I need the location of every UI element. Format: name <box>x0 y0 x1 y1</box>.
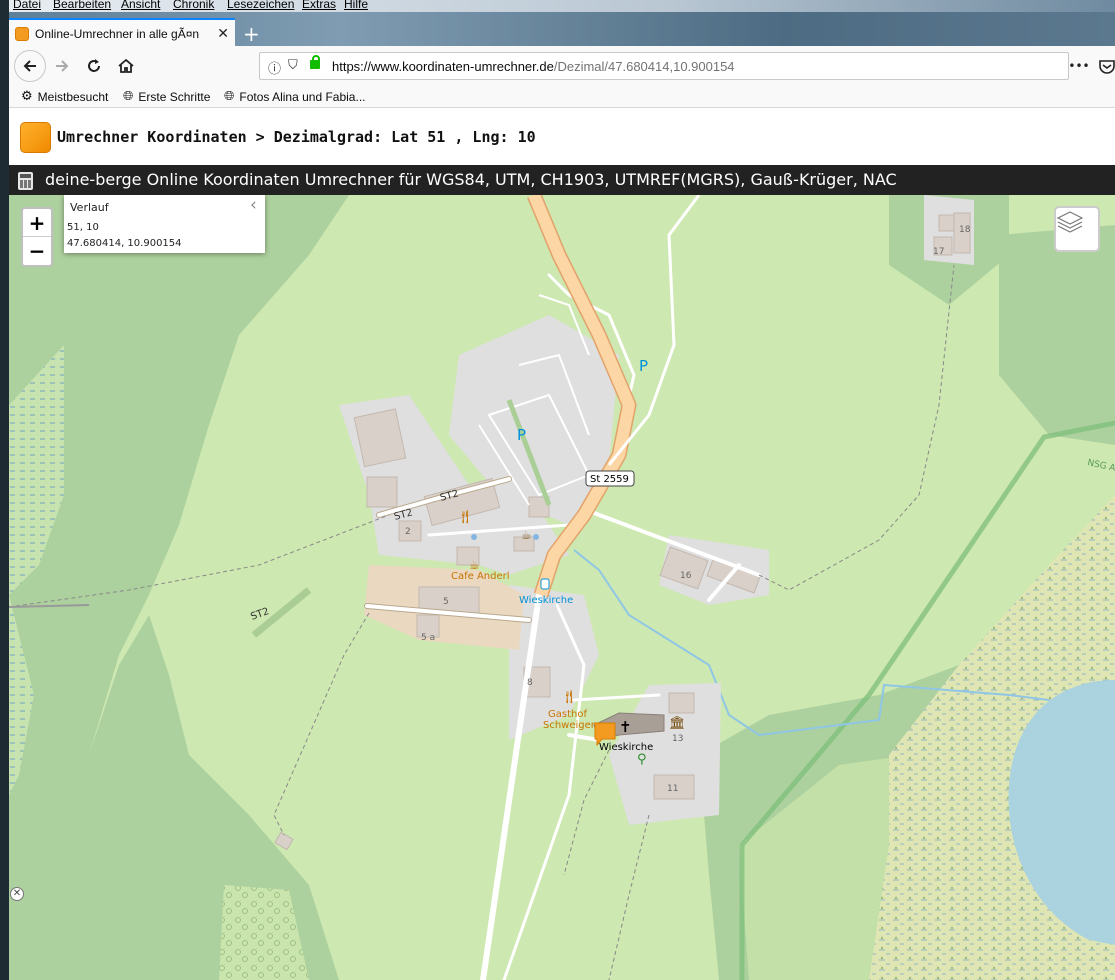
bookmark-label: Meistbesucht <box>37 89 109 104</box>
pocket-icon <box>1099 60 1115 74</box>
menu-datei[interactable]: Datei <box>13 0 41 11</box>
url-path: /Dezimal/47.680414,10.900154 <box>553 59 735 74</box>
info-icon[interactable]: ⓘ <box>268 58 281 77</box>
restaurant-icon: 🍴︎ <box>561 689 578 705</box>
menu-lesezeichen[interactable]: Lesezeichen <box>227 0 294 11</box>
picnic-icon: ⚲ <box>637 752 647 767</box>
house-number: 17 <box>933 247 944 257</box>
house-number: 5 a <box>421 633 435 643</box>
new-tab-button[interactable]: + <box>243 24 260 44</box>
favicon-icon <box>15 27 29 41</box>
calculator-icon <box>18 172 33 190</box>
web-page: Umrechner Koordinaten > Dezimalgrad: Lat… <box>9 108 1115 980</box>
house-number: 13 <box>672 734 683 744</box>
menu-bearbeiten[interactable]: Bearbeiten <box>53 0 111 11</box>
url-text[interactable]: https://www.koordinaten-umrechner.de/Dez… <box>332 59 735 74</box>
house-number: 16 <box>680 571 692 581</box>
bookmark-erste-schritte[interactable]: 🌐︎ Erste Schritte <box>123 89 210 104</box>
browser-window: Datei Bearbeiten Ansicht Chronik Lesezei… <box>0 0 1115 980</box>
parking-icon: P <box>517 426 526 444</box>
reload-icon <box>88 59 100 72</box>
pocket-button[interactable] <box>1094 53 1115 79</box>
bus-stop-icon <box>540 578 550 590</box>
collapse-chevron-icon[interactable]: ‹ <box>250 195 257 215</box>
bookmark-fotos[interactable]: 🌐︎ Fotos Alina und Fabia... <box>224 89 365 104</box>
globe-icon: 🌐︎ <box>224 89 235 104</box>
nsg-label: NSG A <box>1086 458 1115 474</box>
parking-icon: P <box>639 357 648 375</box>
menu-hilfe[interactable]: Hilfe <box>344 0 368 11</box>
museum-icon: 🏛︎ <box>669 715 686 731</box>
church-icon: ✝ <box>619 718 632 736</box>
back-button[interactable] <box>14 50 46 82</box>
forward-arrow-icon <box>56 60 69 72</box>
marker-icon <box>594 722 616 746</box>
house-number: 11 <box>667 784 678 794</box>
page-actions-button[interactable]: ••• <box>1066 53 1092 79</box>
bookmarks-toolbar: ⚙ Meistbesucht 🌐︎ Erste Schritte 🌐︎ Fotos A… <box>9 86 1115 108</box>
forest-area <box>999 225 1115 445</box>
url-domain: https://www.koordinaten-umrechner.de <box>332 59 554 74</box>
navigation-bar: ⓘ ⛉ https://www.koordinaten-umrechner.de… <box>9 46 1115 86</box>
gear-icon: ⚙ <box>21 89 33 104</box>
menu-chronik[interactable]: Chronik <box>173 0 214 11</box>
tab-title: Online-Umrechner in alle gÃ¤n <box>35 27 200 41</box>
bookmark-meistbesucht[interactable]: ⚙ Meistbesucht <box>21 89 108 104</box>
house-number: 8 <box>527 678 533 688</box>
home-icon <box>118 58 134 73</box>
fountain-icon <box>471 534 477 540</box>
poi-label-cafe: Cafe Anderl <box>451 571 510 582</box>
poi-label-gasthof: Gasthof <box>548 709 587 720</box>
history-panel: Verlauf 51, 10 47.680414, 10.900154 ‹ <box>64 195 265 253</box>
lock-icon[interactable] <box>310 55 320 69</box>
house-number: 2 <box>405 527 411 537</box>
bookmark-label: Erste Schritte <box>138 89 211 104</box>
poi-label-bus: Wieskirche <box>519 595 573 606</box>
tab-strip: Online-Umrechner in alle gÃ¤n ✕ + <box>9 12 1115 48</box>
zoom-out-button[interactable]: − <box>23 237 51 265</box>
cafe-icon: ☕︎ <box>469 558 480 572</box>
map-view[interactable]: P P 🍴︎ ☕︎ ☕︎ 🍴︎ ✝ 🏛︎ ⚲ St 2559 ST2 ST2 S… <box>9 195 1115 980</box>
reload-button[interactable] <box>81 53 107 79</box>
banner-text: deine-berge Online Koordinaten Umrechner… <box>45 170 897 189</box>
forward-button[interactable] <box>49 53 75 79</box>
tracking-shield-icon[interactable]: ⛉ <box>288 58 298 73</box>
home-button[interactable] <box>113 53 139 79</box>
coffee-icon: ☕︎ <box>521 528 532 542</box>
history-title: Verlauf <box>70 201 109 214</box>
restaurant-icon: 🍴︎ <box>457 509 474 525</box>
history-entry[interactable]: 47.680414, 10.900154 <box>67 238 182 249</box>
layers-icon <box>1056 211 1084 233</box>
layers-button[interactable] <box>1054 206 1100 252</box>
road-shield-label: St 2559 <box>590 474 629 485</box>
map-tiles[interactable]: P P 🍴︎ ☕︎ ☕︎ 🍴︎ ✝ 🏛︎ ⚲ St 2559 ST2 ST2 S… <box>9 195 1115 980</box>
tab-active[interactable]: Online-Umrechner in alle gÃ¤n ✕ <box>9 18 235 48</box>
page-header: Umrechner Koordinaten > Dezimalgrad: Lat… <box>9 108 1115 165</box>
village-area <box>609 683 721 825</box>
fountain-icon <box>533 534 539 540</box>
menu-extras[interactable]: Extras <box>302 0 336 11</box>
back-arrow-icon <box>23 60 36 72</box>
location-marker[interactable] <box>594 722 616 746</box>
url-bar[interactable]: ⓘ ⛉ https://www.koordinaten-umrechner.de… <box>259 52 1069 80</box>
house-number: 18 <box>959 225 971 235</box>
bookmark-label: Fotos Alina und Fabia... <box>239 89 366 104</box>
close-icon[interactable]: ✕ <box>10 887 24 901</box>
menu-ansicht[interactable]: Ansicht <box>121 0 160 11</box>
page-title: Umrechner Koordinaten > Dezimalgrad: Lat… <box>57 128 536 146</box>
site-banner: deine-berge Online Koordinaten Umrechner… <box>9 165 1115 195</box>
poi-label-gasthof: Schweiger <box>543 720 596 731</box>
zoom-in-button[interactable]: + <box>23 209 51 237</box>
history-entry[interactable]: 51, 10 <box>67 222 99 233</box>
house-number: 5 <box>443 597 449 607</box>
site-logo-icon <box>20 122 51 153</box>
zoom-control: + − <box>21 207 53 267</box>
menu-bar: Datei Bearbeiten Ansicht Chronik Lesezei… <box>9 0 1115 12</box>
tab-close-icon[interactable]: ✕ <box>217 26 229 42</box>
globe-icon: 🌐︎ <box>123 89 134 104</box>
desktop-background <box>0 0 9 980</box>
